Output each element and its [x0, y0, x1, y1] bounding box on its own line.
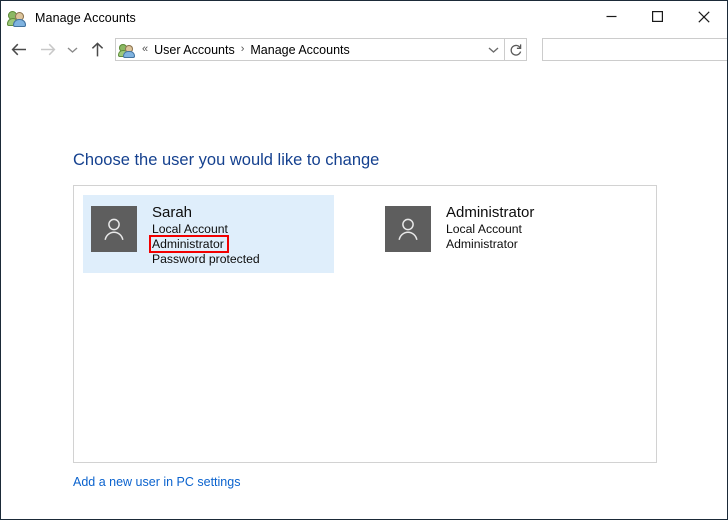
account-role: Administrator — [446, 237, 518, 251]
maximize-button[interactable] — [635, 1, 680, 32]
account-tile-administrator[interactable]: Administrator Local Account Administrato… — [377, 195, 628, 273]
close-button[interactable] — [681, 1, 726, 32]
account-tile-sarah[interactable]: Sarah Local Account Administrator Passwo… — [83, 195, 334, 273]
minimize-button[interactable] — [589, 1, 634, 32]
avatar — [385, 206, 431, 252]
breadcrumb-overflow[interactable]: « — [138, 44, 152, 55]
page-title: Choose the user you would like to change — [73, 151, 380, 169]
maximize-icon — [652, 11, 663, 22]
account-role: Administrator — [149, 235, 229, 253]
close-icon — [697, 10, 710, 23]
chevron-down-icon — [488, 46, 498, 53]
account-type: Local Account — [446, 222, 522, 236]
chevron-down-icon — [67, 46, 77, 53]
account-info: Sarah Local Account Administrator Passwo… — [149, 203, 260, 267]
window-title: Manage Accounts — [35, 10, 136, 25]
content-area: Choose the user you would like to change… — [1, 65, 727, 519]
breadcrumb-item-manage-accounts[interactable]: Manage Accounts — [248, 43, 351, 57]
refresh-icon — [510, 43, 521, 56]
minimize-icon — [606, 15, 617, 18]
users-icon — [7, 9, 26, 27]
person-icon — [398, 218, 418, 240]
search-input[interactable] — [549, 42, 727, 57]
recent-locations-button[interactable] — [61, 37, 83, 63]
up-level-button[interactable] — [83, 37, 111, 63]
title-bar: Manage Accounts — [1, 1, 727, 34]
forward-arrow-icon — [40, 43, 55, 56]
back-arrow-icon — [11, 43, 26, 56]
avatar — [91, 206, 137, 252]
accounts-panel: Sarah Local Account Administrator Passwo… — [73, 185, 657, 463]
refresh-button[interactable] — [505, 38, 527, 61]
address-bar: « User Accounts › Manage Accounts — [1, 34, 727, 65]
person-icon — [104, 218, 124, 240]
breadcrumb-dropdown-button[interactable] — [484, 39, 502, 60]
account-password-status: Password protected — [152, 252, 260, 266]
account-type: Local Account — [152, 222, 228, 236]
breadcrumb[interactable]: « User Accounts › Manage Accounts — [115, 38, 505, 61]
account-name: Administrator — [446, 204, 535, 221]
breadcrumb-separator[interactable]: › — [237, 44, 249, 55]
users-icon — [118, 42, 135, 58]
back-button[interactable] — [5, 37, 33, 63]
account-name: Sarah — [152, 204, 193, 221]
forward-button[interactable] — [33, 37, 61, 63]
manage-accounts-window: Manage Accounts « User Accounts › Manage… — [0, 0, 728, 520]
breadcrumb-item-user-accounts[interactable]: User Accounts — [152, 43, 237, 57]
account-info: Administrator Local Account Administrato… — [446, 203, 534, 252]
add-new-user-link[interactable]: Add a new user in PC settings — [73, 475, 240, 489]
up-arrow-icon — [91, 41, 103, 56]
search-box[interactable] — [542, 38, 727, 61]
